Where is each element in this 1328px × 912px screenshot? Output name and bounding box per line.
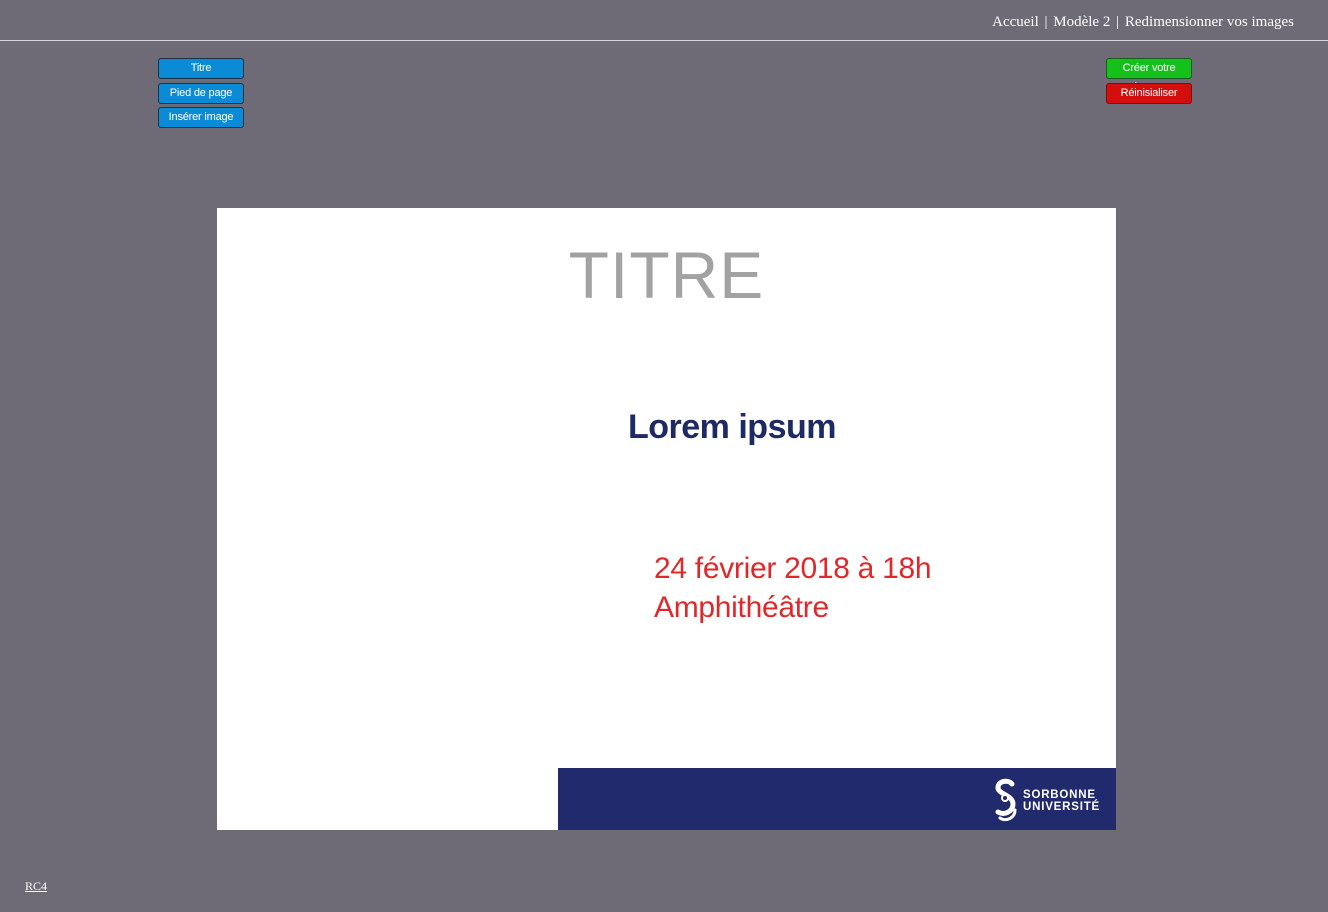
footer-button[interactable]: Pied de page	[158, 83, 244, 104]
footer-band[interactable]: SORBONNE UNIVERSITÉ	[558, 768, 1116, 830]
nav-link-home[interactable]: Accueil	[992, 14, 1039, 30]
nav-separator: |	[1044, 14, 1048, 30]
insert-image-button[interactable]: Insérer image	[158, 107, 244, 128]
nav-divider	[0, 40, 1328, 41]
nav-link-model[interactable]: Modèle 2	[1053, 14, 1110, 30]
create-image-button[interactable]: Créer votre image	[1106, 58, 1192, 93]
slide-place-line: Amphithéâtre	[654, 591, 829, 624]
logo-line-2: UNIVERSITÉ	[1022, 801, 1100, 813]
nav-link-resize[interactable]: Redimensionner vos images	[1125, 14, 1294, 30]
slide-date-block[interactable]: 24 février 2018 à 18h Amphithéâtre	[654, 549, 932, 627]
sorbonne-s-icon	[995, 778, 1017, 822]
nav-separator: |	[1116, 14, 1120, 30]
sorbonne-logo: SORBONNE UNIVERSITÉ	[993, 778, 1100, 824]
reset-button[interactable]: Réinisialiser	[1106, 83, 1192, 104]
image-canvas[interactable]: TITRE Lorem ipsum 24 février 2018 à 18h …	[217, 208, 1116, 830]
slide-title[interactable]: TITRE	[217, 238, 1116, 312]
slide-subtitle[interactable]: Lorem ipsum	[628, 406, 836, 448]
title-button[interactable]: Titre	[158, 58, 244, 79]
slide-date-line: 24 février 2018 à 18h	[654, 552, 932, 585]
logo-text: SORBONNE UNIVERSITÉ	[1023, 789, 1100, 813]
rc4-link[interactable]: RC4	[25, 879, 47, 894]
top-navigation: Accueil | Modèle 2 | Redimensionner vos …	[992, 14, 1294, 31]
logo-line-1: SORBONNE	[1022, 789, 1096, 801]
